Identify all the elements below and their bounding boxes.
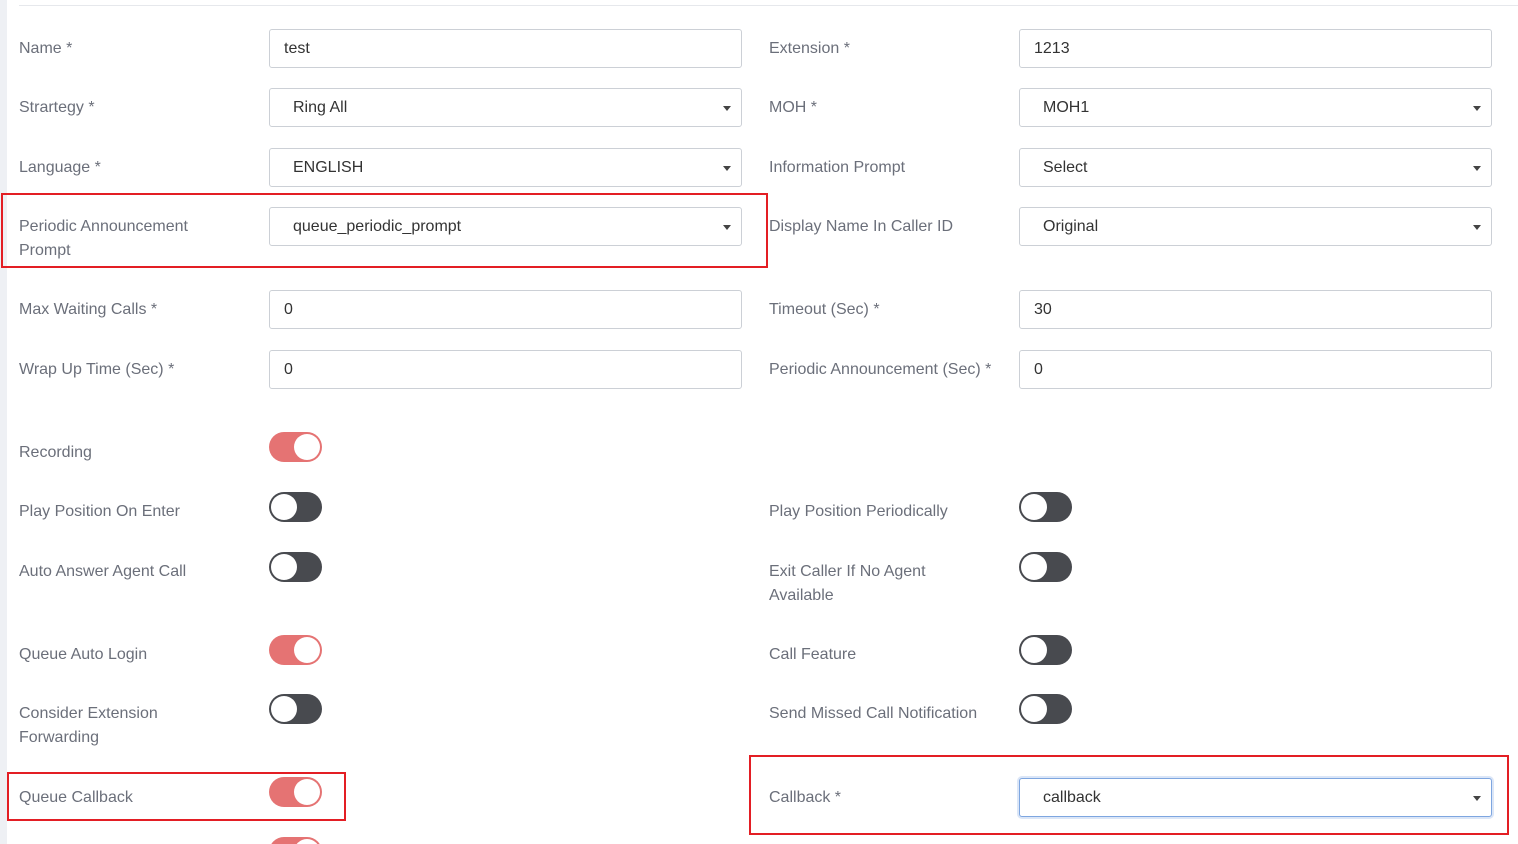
timeout-input[interactable]: 30 — [1019, 290, 1492, 329]
max-waiting-calls-label: Max Waiting Calls * — [19, 301, 158, 318]
chevron-down-icon — [723, 106, 731, 111]
toggle-knob — [1021, 554, 1047, 580]
exit-caller-no-agent-label: Exit Caller If No Agent Available — [769, 563, 926, 604]
recording-toggle[interactable] — [269, 432, 322, 462]
toggle-knob — [271, 696, 297, 722]
strategy-label: Strartegy * — [19, 99, 95, 116]
chevron-down-icon — [1473, 106, 1481, 111]
queue-auto-login-toggle[interactable] — [269, 635, 322, 665]
play-position-periodically-toggle[interactable] — [1019, 492, 1072, 522]
moh-label: MOH * — [769, 99, 817, 116]
highlight-periodic-announcement-prompt — [1, 193, 768, 268]
queue-auto-login-label: Queue Auto Login — [19, 646, 148, 663]
extension-label: Extension * — [769, 40, 850, 57]
play-position-on-enter-label: Play Position On Enter — [19, 503, 180, 520]
send-missed-call-notification-label: Send Missed Call Notification — [769, 705, 978, 722]
wrap-up-time-label: Wrap Up Time (Sec) * — [19, 361, 175, 378]
name-label: Name * — [19, 40, 73, 57]
information-prompt-value: Select — [1043, 159, 1088, 176]
moh-select[interactable]: MOH1 — [1019, 88, 1492, 127]
information-prompt-select[interactable]: Select — [1019, 148, 1492, 187]
information-prompt-label: Information Prompt — [769, 159, 906, 176]
periodic-announcement-sec-label: Periodic Announcement (Sec) * — [769, 361, 992, 378]
toggle-knob — [294, 637, 320, 663]
wrap-up-time-input[interactable]: 0 — [269, 350, 742, 389]
periodic-announcement-sec-input[interactable]: 0 — [1019, 350, 1492, 389]
play-position-periodically-label: Play Position Periodically — [769, 503, 948, 520]
toggle-knob — [294, 839, 320, 844]
extension-input[interactable]: 1213 — [1019, 29, 1492, 68]
call-feature-label: Call Feature — [769, 646, 857, 663]
toggle-knob — [294, 434, 320, 460]
language-label: Language * — [19, 159, 101, 176]
recording-label: Recording — [19, 444, 92, 461]
language-select[interactable]: ENGLISH — [269, 148, 742, 187]
toggle-knob — [271, 494, 297, 520]
chevron-down-icon — [1473, 166, 1481, 171]
name-input[interactable]: test — [269, 29, 742, 68]
toggle-knob — [271, 554, 297, 580]
chevron-down-icon — [1473, 225, 1481, 230]
next-row-toggle[interactable] — [269, 837, 322, 844]
consider-extension-forwarding-label: Consider Extension Forwarding — [19, 705, 158, 746]
moh-value: MOH1 — [1043, 99, 1090, 116]
play-position-on-enter-toggle[interactable] — [269, 492, 322, 522]
exit-caller-no-agent-toggle[interactable] — [1019, 552, 1072, 582]
top-divider — [19, 5, 1518, 6]
max-waiting-calls-input[interactable]: 0 — [269, 290, 742, 329]
language-value: ENGLISH — [293, 159, 364, 176]
consider-extension-forwarding-toggle[interactable] — [269, 694, 322, 724]
toggle-knob — [1021, 696, 1047, 722]
chevron-down-icon — [723, 166, 731, 171]
strategy-value: Ring All — [293, 99, 348, 116]
display-name-caller-id-value: Original — [1043, 218, 1099, 235]
highlight-queue-callback — [7, 772, 346, 821]
queue-settings-form: Name * test Extension * 1213 Strartegy *… — [0, 0, 1518, 844]
strategy-select[interactable]: Ring All — [269, 88, 742, 127]
toggle-knob — [1021, 494, 1047, 520]
timeout-label: Timeout (Sec) * — [769, 301, 880, 318]
display-name-caller-id-label: Display Name In Caller ID — [769, 218, 954, 235]
left-panel-edge — [0, 0, 7, 844]
display-name-caller-id-select[interactable]: Original — [1019, 207, 1492, 246]
auto-answer-agent-call-toggle[interactable] — [269, 552, 322, 582]
auto-answer-agent-call-label: Auto Answer Agent Call — [19, 563, 187, 580]
highlight-callback — [749, 755, 1509, 835]
toggle-knob — [1021, 637, 1047, 663]
call-feature-toggle[interactable] — [1019, 635, 1072, 665]
send-missed-call-notification-toggle[interactable] — [1019, 694, 1072, 724]
